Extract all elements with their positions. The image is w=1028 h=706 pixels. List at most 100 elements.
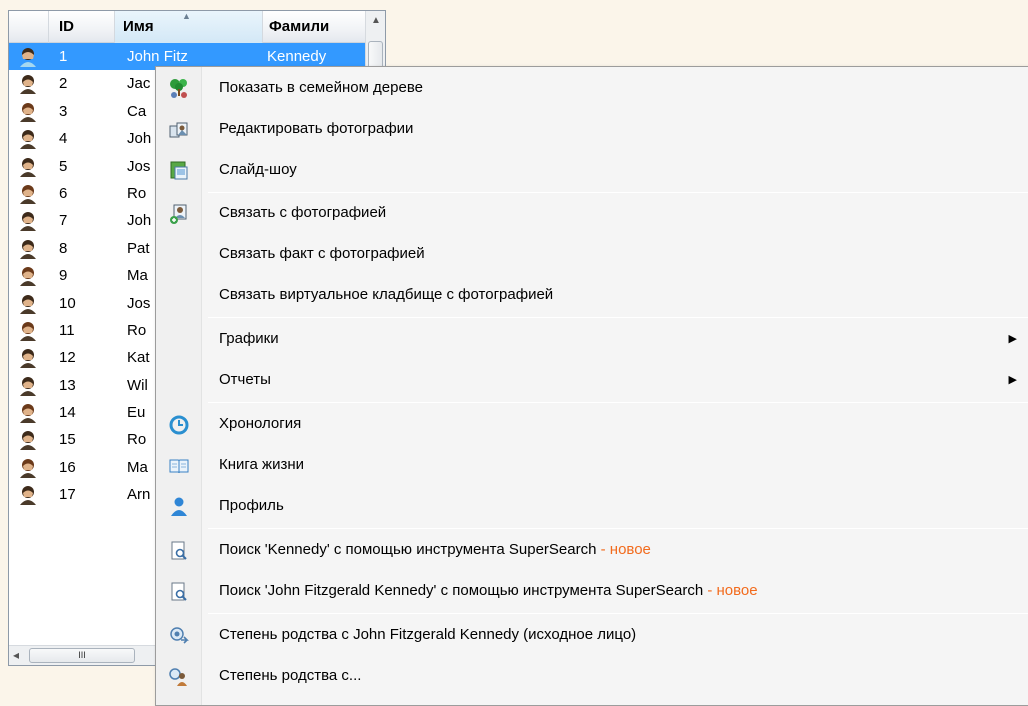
person-icon [20,431,36,451]
relationship-icon [170,627,189,644]
row-id: 13 [59,376,76,394]
menu-item-label: Связать факт с фотографией [219,245,425,262]
slideshow-icon [170,161,188,180]
menu-item-profile[interactable]: Профиль [156,490,1028,523]
menu-item-link-photo[interactable]: Связать с фотографией [156,197,1028,230]
person-icon [20,349,36,369]
row-name: Joh [127,212,152,230]
menu-item-timeline[interactable]: Хронология [156,408,1028,441]
person-icon [20,157,36,177]
icon-column-header[interactable] [9,11,49,43]
row-id: 11 [59,321,75,339]
context-menu: Показать в семейном дереве Редактировать… [155,66,1028,706]
person-icon [20,376,36,396]
link-photo-icon [170,204,187,224]
person-icon [20,294,36,314]
row-id: 10 [59,294,76,312]
menu-item-label: Поиск 'Kennedy' с помощью инструмента Su… [219,534,651,566]
grid-header: ID Имя ▲ Фамили [9,11,367,43]
relationship-people-icon [169,668,187,686]
menu-item-supersearch-lastname[interactable]: Поиск 'Kennedy' с помощью инструмента Su… [156,534,1028,567]
menu-item-supersearch-fullname[interactable]: Поиск 'John Fitzgerald Kennedy' с помощь… [156,575,1028,608]
horizontal-scroll-thumb[interactable]: III [29,648,135,663]
supersearch-lastname-text: Поиск 'Kennedy' с помощью инструмента Su… [219,541,597,558]
menu-item-reports[interactable]: Отчеты ▶ [156,364,1028,397]
row-id: 4 [59,130,68,148]
row-id: 14 [59,404,76,422]
photos-edit-icon [169,122,188,138]
book-icon [169,459,189,474]
row-id: 8 [59,239,68,257]
horizontal-scrollbar[interactable]: ◂ III [9,645,159,665]
submenu-arrow-icon: ▶ [1008,374,1017,386]
menu-separator [208,528,1028,529]
family-tree-icon [170,79,187,98]
row-name: Arn [127,486,151,504]
menu-item-relationship-root[interactable]: Степень родства с John Fitzgerald Kenned… [156,619,1028,652]
menu-item-label: Книга жизни [219,456,305,473]
row-id: 17 [59,486,76,504]
name-column-header[interactable]: Имя ▲ [115,11,263,43]
menu-item-show-in-tree[interactable]: Показать в семейном дереве [156,72,1028,105]
person-icon [20,404,36,424]
row-id: 5 [59,157,68,175]
row-name: Jos [127,157,151,175]
person-icon [20,321,36,341]
new-badge: - новое [703,582,758,599]
search-doc-icon [171,541,187,560]
person-icon [20,486,36,506]
row-id: 16 [59,458,76,476]
menu-item-label: Степень родства с... [219,667,362,684]
person-icon [20,102,36,122]
menu-separator [208,317,1028,318]
row-id: 12 [59,349,76,367]
menu-item-link-fact-photo[interactable]: Связать факт с фотографией [156,238,1028,271]
menu-item-charts[interactable]: Графики ▶ [156,323,1028,356]
row-name: Ma [127,458,148,476]
person-icon [20,267,36,287]
person-icon [20,212,36,232]
menu-item-relationship-with[interactable]: Степень родства с... [156,660,1028,693]
menu-separator [208,613,1028,614]
menu-item-label: Редактировать фотографии [219,120,414,137]
row-id: 3 [59,102,68,120]
menu-item-book-of-life[interactable]: Книга жизни [156,449,1028,482]
menu-separator [208,192,1028,193]
lastname-column-header[interactable]: Фамили [263,11,367,43]
row-id: 1 [59,48,68,65]
row-name: Kat [127,349,150,367]
person-icon [20,75,36,95]
new-badge: - новое [596,541,651,558]
menu-item-label: Связать с фотографией [219,204,387,221]
person-icon [20,239,36,259]
row-name: Ro [127,431,147,449]
row-id: 2 [59,75,68,93]
row-id: 7 [59,212,68,230]
menu-item-label: Графики [219,330,279,347]
menu-item-link-cemetery-photo[interactable]: Связать виртуальное кладбище с фотографи… [156,279,1028,312]
row-name: Jos [127,294,151,312]
menu-item-label: Поиск 'John Fitzgerald Kennedy' с помощь… [219,575,758,607]
row-name: Ca [127,102,147,120]
name-header-label: Имя [123,18,154,35]
row-name: Ma [127,267,148,285]
sort-ascending-icon: ▲ [182,11,191,21]
profile-icon [171,497,187,516]
scroll-up-icon[interactable]: ▲ [371,15,381,26]
person-icon [20,458,36,478]
person-icon [20,184,36,204]
row-name: Eu [127,404,146,422]
id-column-header[interactable]: ID [49,11,115,43]
row-id: 6 [59,184,68,202]
menu-item-slideshow[interactable]: Слайд-шоу [156,154,1028,187]
row-name: Jac [127,75,151,93]
row-id: 9 [59,267,68,285]
person-icon [20,48,36,67]
menu-item-edit-photos[interactable]: Редактировать фотографии [156,113,1028,146]
submenu-arrow-icon: ▶ [1008,333,1017,345]
menu-item-label: Слайд-шоу [219,161,297,178]
scroll-left-icon[interactable]: ◂ [13,648,19,662]
person-icon [20,130,36,150]
row-name: Ro [127,321,147,339]
menu-separator [208,402,1028,403]
